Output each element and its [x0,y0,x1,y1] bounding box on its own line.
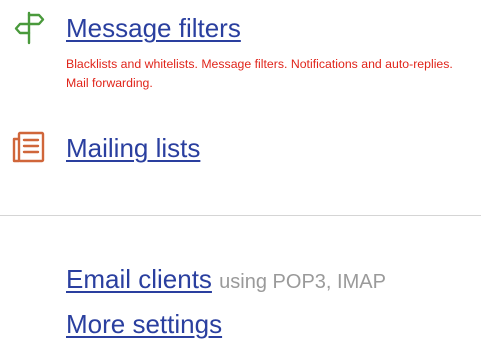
more-settings-link[interactable]: More settings [66,309,222,339]
message-filters-description: Blacklists and whitelists. Message filte… [66,57,453,90]
email-clients-row: Email clients using POP3, IMAP [66,264,386,297]
signpost-icon [10,9,48,52]
message-filters-link[interactable]: Message filters [66,13,241,43]
email-clients-suffix: using POP3, IMAP [219,271,386,293]
document-list-icon [10,128,48,171]
mailing-lists-link[interactable]: Mailing lists [66,133,200,163]
email-clients-link[interactable]: Email clients [66,264,212,294]
divider [0,215,481,216]
